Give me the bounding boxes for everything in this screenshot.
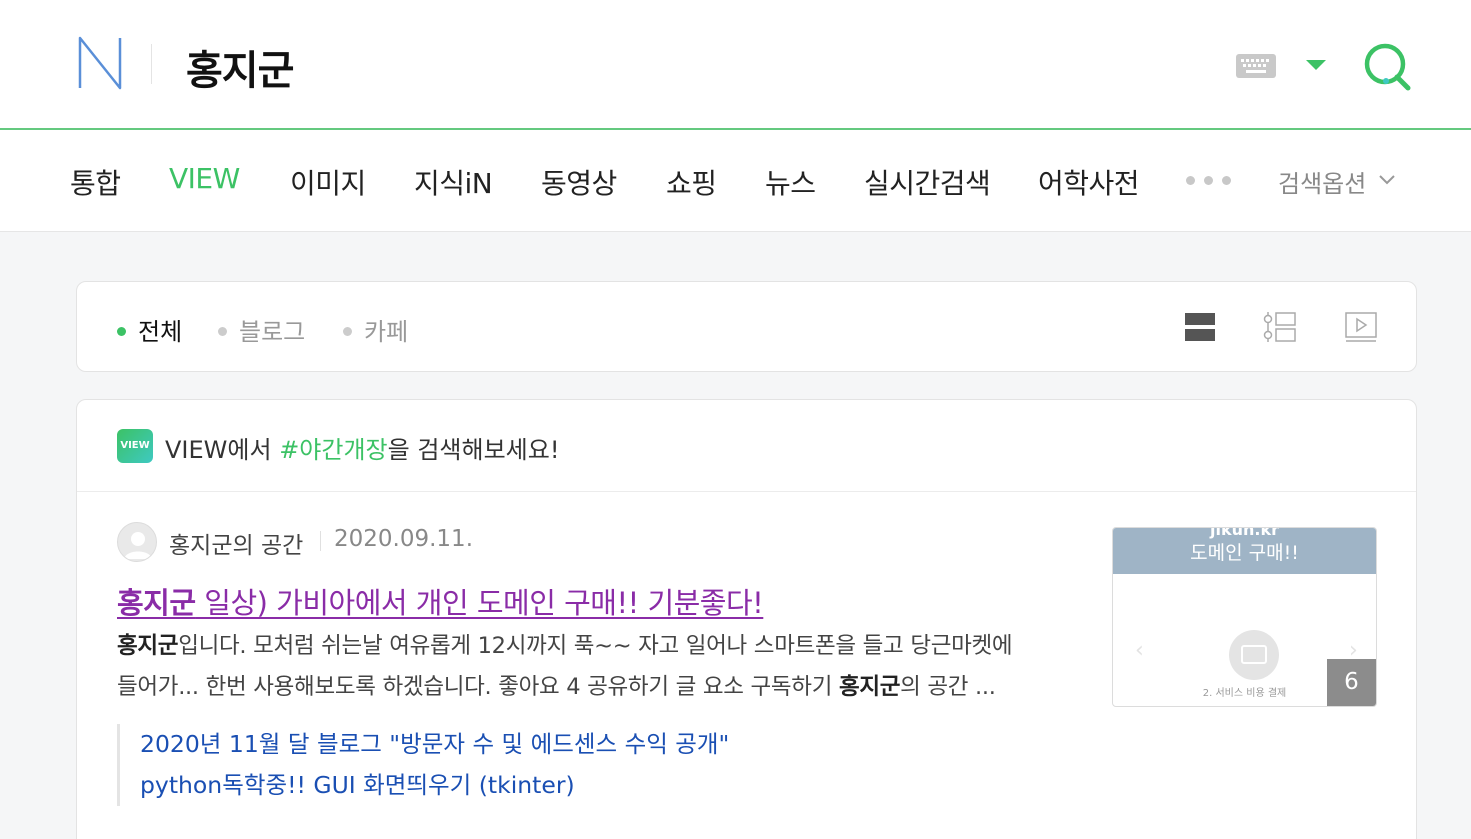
keyword-suggestion: VIEW VIEW에서 #야간개장을 검색해보세요! xyxy=(77,400,1416,492)
desc-highlight: 홍지군 xyxy=(838,674,901,700)
search-icon[interactable] xyxy=(1360,40,1414,92)
video-view-icon[interactable] xyxy=(1343,310,1379,344)
filter-label: 전체 xyxy=(138,318,183,346)
bullet-icon xyxy=(343,326,352,336)
author-avatar[interactable] xyxy=(117,522,157,562)
search-tab-bar: 통합 VIEW 이미지 지식iN 동영상 쇼핑 뉴스 실시간검색 어학사전 검색… xyxy=(0,130,1471,232)
suggestion-text: VIEW에서 #야간개장을 검색해보세요! xyxy=(165,430,559,465)
list-view-icon[interactable] xyxy=(1182,310,1218,344)
bullet-icon xyxy=(218,326,227,336)
more-tabs-icon[interactable] xyxy=(1186,176,1231,185)
tab-knowledge-in[interactable]: 지식iN xyxy=(414,162,493,202)
author-name-link[interactable]: 홍지군의 공간 xyxy=(169,526,303,560)
naver-logo-icon[interactable] xyxy=(76,34,124,92)
thumbnail-line2: 도메인 구매!! xyxy=(1190,542,1299,564)
tab-integrated[interactable]: 통합 xyxy=(70,162,121,202)
chevron-down-icon[interactable] xyxy=(1378,174,1396,186)
tab-news[interactable]: 뉴스 xyxy=(765,162,816,202)
title-highlight: 홍지군 xyxy=(117,586,196,620)
thumbnail-banner: jikun.kr 도메인 구매!! xyxy=(1113,528,1376,574)
header-divider xyxy=(151,44,152,84)
suggested-hashtag-link[interactable]: #야간개장 xyxy=(279,436,387,464)
chevron-left-icon: ‹ xyxy=(1135,638,1144,663)
image-count-badge: 6 xyxy=(1327,659,1376,706)
title-text: 일상) 가비아에서 개인 도메인 구매!! 기분좋다! xyxy=(195,586,764,620)
result-description: 홍지군입니다. 모처럼 쉬는날 여유롭게 12시까지 푹~~ 자고 일어나 스마… xyxy=(117,626,1077,708)
tab-images[interactable]: 이미지 xyxy=(290,162,366,202)
desc-text: 들어가... 한번 사용해보도록 하겠습니다. 좋아요 4 공유하기 글 요소 … xyxy=(117,674,839,700)
tab-video[interactable]: 동영상 xyxy=(541,162,617,202)
view-results-card: VIEW VIEW에서 #야간개장을 검색해보세요! 홍지군의 공간 2020.… xyxy=(76,399,1417,839)
autocomplete-toggle-icon[interactable] xyxy=(1306,60,1326,70)
post-date: 2020.09.11. xyxy=(334,526,473,552)
tab-realtime-search[interactable]: 실시간검색 xyxy=(864,162,991,202)
search-query[interactable]: 홍지군 xyxy=(186,38,294,96)
suggestion-prefix: VIEW에서 xyxy=(165,436,280,464)
search-header: 홍지군 xyxy=(0,0,1471,130)
filter-label: 카페 xyxy=(364,318,409,346)
filter-label: 블로그 xyxy=(239,318,306,346)
filter-bar: 전체 블로그 카페 xyxy=(76,281,1417,372)
active-bullet-icon xyxy=(117,326,126,336)
view-badge-icon: VIEW xyxy=(117,429,153,463)
filter-cafe[interactable]: 카페 xyxy=(343,312,408,347)
related-post-link[interactable]: python독학중!! GUI 화면띄우기 (tkinter) xyxy=(140,765,729,806)
timeline-view-icon[interactable] xyxy=(1262,310,1298,344)
related-post-link[interactable]: 2020년 11월 달 블로그 "방문자 수 및 에드센스 수익 공개" xyxy=(140,724,729,765)
desc-text: 입니다. 모처럼 쉬는날 여유롭게 12시까지 푹~~ 자고 일어나 스마트폰을… xyxy=(178,633,1013,659)
tab-shopping[interactable]: 쇼핑 xyxy=(666,162,717,202)
payment-card-icon xyxy=(1229,630,1279,680)
meta-divider xyxy=(320,531,321,551)
result-thumbnail[interactable]: jikun.kr 도메인 구매!! ‹ › 2. 서비스 비용 결제 6 xyxy=(1112,527,1377,707)
default-avatar-icon xyxy=(124,532,152,559)
result-title-link[interactable]: 홍지군 일상) 가비아에서 개인 도메인 구매!! 기분좋다! xyxy=(117,580,764,622)
filter-all[interactable]: 전체 xyxy=(117,312,182,347)
desc-highlight: 홍지군 xyxy=(117,633,179,659)
tab-view[interactable]: VIEW xyxy=(169,162,240,195)
keyboard-icon[interactable] xyxy=(1236,54,1276,78)
search-options-button[interactable]: 검색옵션 xyxy=(1278,164,1366,199)
desc-text: 의 공간 ... xyxy=(900,674,996,700)
tab-dictionary[interactable]: 어학사전 xyxy=(1038,162,1140,202)
related-posts: 2020년 11월 달 블로그 "방문자 수 및 에드센스 수익 공개" pyt… xyxy=(117,724,729,806)
filter-blog[interactable]: 블로그 xyxy=(218,312,305,347)
suggestion-suffix: 을 검색해보세요! xyxy=(387,436,560,464)
